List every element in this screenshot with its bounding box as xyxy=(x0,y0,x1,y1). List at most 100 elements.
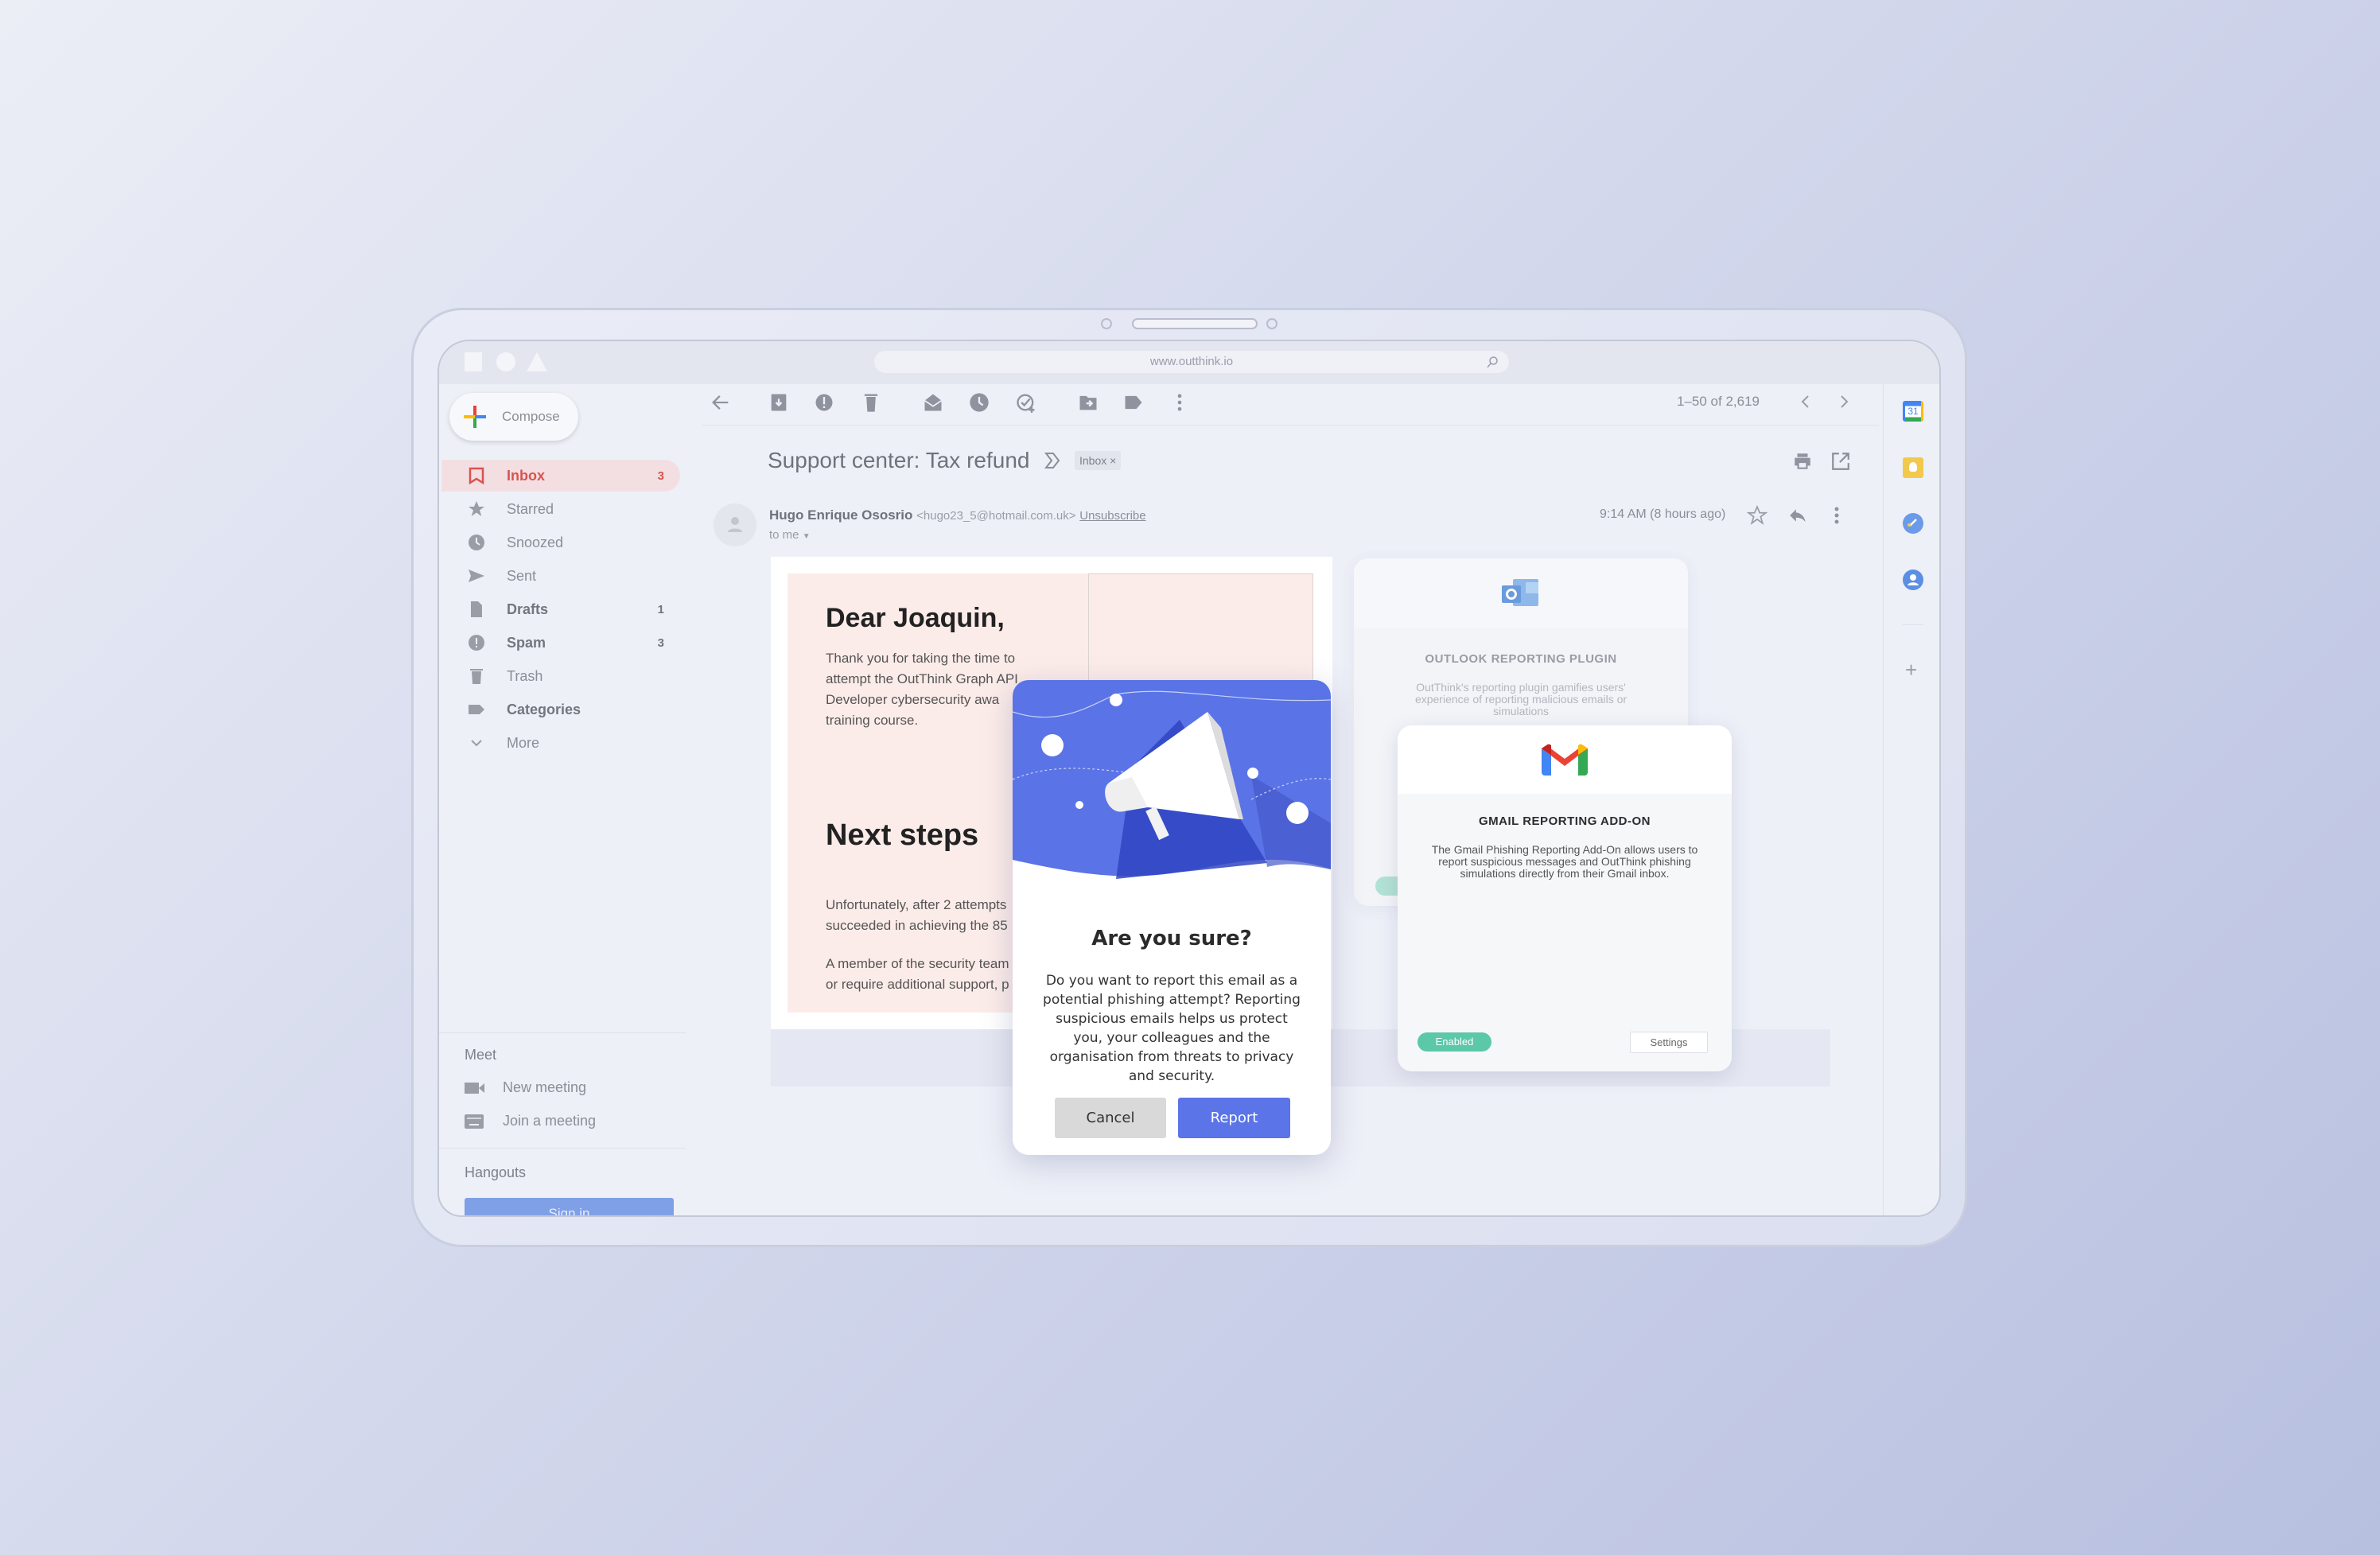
greeting-heading: Dear Joaquin, xyxy=(826,603,1005,633)
dialog-message: Do you want to report this email as a po… xyxy=(1043,973,1301,1084)
meet-heading: Meet xyxy=(465,1047,497,1063)
person-icon xyxy=(728,517,742,532)
text-line: Thank you for taking the time to xyxy=(826,651,1016,666)
add-app-icon[interactable]: + xyxy=(1905,659,1917,680)
back-arrow-icon[interactable] xyxy=(710,391,732,414)
sidebar-item-label: Drafts xyxy=(507,601,549,617)
sidebar-item-label: More xyxy=(507,734,540,751)
tasks-app-icon[interactable] xyxy=(1903,513,1923,534)
more-vertical-icon[interactable] xyxy=(1169,391,1191,414)
outlook-logo-icon xyxy=(1502,579,1538,606)
text-line: or require additional support, p xyxy=(826,977,1009,992)
sidebar-item-label: Inbox xyxy=(507,467,545,484)
text-line: Developer cybersecurity awa xyxy=(826,692,1000,707)
cancel-button[interactable]: Cancel xyxy=(1055,1098,1166,1138)
calendar-app-icon[interactable]: 31 xyxy=(1903,401,1923,422)
label-icon[interactable] xyxy=(1122,391,1145,414)
card-description: OutThink's reporting plugin gamifies use… xyxy=(1414,682,1628,715)
url-bar[interactable]: www.outthink.io xyxy=(874,351,1509,373)
gmail-addon-card[interactable]: GMAIL REPORTING ADD-ON The Gmail Phishin… xyxy=(1398,725,1732,1071)
rail-divider xyxy=(1883,384,1884,1215)
trash-icon xyxy=(465,665,488,687)
report-spam-icon[interactable] xyxy=(813,391,835,414)
sidebar-item-label: Sent xyxy=(507,567,537,584)
image-placeholder xyxy=(1088,573,1313,685)
star-icon[interactable] xyxy=(1747,505,1768,526)
enabled-status-badge: Enabled xyxy=(1418,1032,1491,1052)
move-to-icon[interactable] xyxy=(1077,391,1099,414)
sidebar-item-label: Snoozed xyxy=(507,534,564,550)
sidebar-item-inbox[interactable]: Inbox 3 xyxy=(441,460,680,492)
unsubscribe-link[interactable]: Unsubscribe xyxy=(1079,509,1145,523)
chevron-down-icon xyxy=(465,732,488,754)
chevron-left-icon[interactable] xyxy=(1798,394,1814,410)
label-text: Inbox xyxy=(1079,454,1107,467)
card-description: The Gmail Phishing Reporting Add-On allo… xyxy=(1431,843,1698,880)
chevron-right-icon[interactable] xyxy=(1836,394,1852,410)
mark-unread-icon[interactable] xyxy=(922,391,944,414)
intro-paragraph: Thank you for taking the time to attempt… xyxy=(826,648,1018,731)
sidebar-item-label: Spam xyxy=(507,634,546,651)
email-time: 9:14 AM (8 hours ago) xyxy=(1600,507,1726,521)
compose-label: Compose xyxy=(502,409,560,424)
text-line: attempt the OutThink Graph API xyxy=(826,671,1018,686)
join-meeting-item[interactable]: Join a meeting xyxy=(465,1113,596,1129)
sidebar-item-count: 1 xyxy=(657,602,664,616)
text-line: succeeded in achieving the 85 xyxy=(826,918,1008,933)
contacts-app-icon[interactable] xyxy=(1903,570,1923,590)
snooze-icon[interactable] xyxy=(968,391,990,414)
report-button[interactable]: Report xyxy=(1178,1098,1290,1138)
pagination-text: 1–50 of 2,619 xyxy=(1677,394,1760,409)
sidebar-item-more[interactable]: More xyxy=(441,727,680,759)
label-icon xyxy=(465,698,488,721)
sidebar-item-trash[interactable]: Trash xyxy=(441,660,680,692)
important-marker-icon[interactable] xyxy=(1044,451,1061,470)
remove-label-icon[interactable]: × xyxy=(1110,454,1116,467)
add-task-icon[interactable] xyxy=(1015,391,1037,414)
report-confirm-dialog: Are you sure? Do you want to report this… xyxy=(1013,680,1331,1155)
gmail-logo-icon xyxy=(1542,744,1588,776)
print-icon[interactable] xyxy=(1792,451,1813,472)
sign-in-button[interactable]: Sign in xyxy=(465,1198,674,1215)
sender-email: <hugo23_5@hotmail.com.uk> xyxy=(916,509,1076,523)
delete-icon[interactable] xyxy=(860,391,882,414)
search-icon[interactable] xyxy=(1485,355,1499,369)
dialog-title: Are you sure? xyxy=(1091,927,1252,950)
text-line: A member of the security team xyxy=(826,956,1009,971)
next-steps-heading: Next steps xyxy=(826,818,979,852)
circle-shape-icon xyxy=(496,352,515,371)
sidebar-item-drafts[interactable]: Drafts 1 xyxy=(441,593,680,625)
card-title: OUTLOOK REPORTING PLUGIN xyxy=(1425,652,1617,666)
sidebar-item-categories[interactable]: Categories xyxy=(441,694,680,725)
divider xyxy=(702,425,1879,426)
hangouts-heading: Hangouts xyxy=(465,1164,527,1180)
compose-button[interactable]: Compose xyxy=(449,393,578,441)
triangle-shape-icon xyxy=(527,352,547,371)
draft-icon xyxy=(465,598,488,620)
sidebar-item-spam[interactable]: Spam 3 xyxy=(441,627,680,659)
plus-icon xyxy=(464,406,486,428)
reply-icon[interactable] xyxy=(1787,505,1808,526)
inbox-label-chip[interactable]: Inbox × xyxy=(1075,451,1122,470)
divider xyxy=(439,1148,686,1149)
browser-bar: www.outthink.io xyxy=(439,341,1939,384)
keep-app-icon[interactable] xyxy=(1903,457,1923,478)
email-subject: Support center: Tax refund xyxy=(768,448,1030,472)
sender-name: Hugo Enrique Ososrio xyxy=(769,507,913,523)
video-camera-icon xyxy=(465,1082,484,1094)
sidebar-item-sent[interactable]: Sent xyxy=(441,560,680,592)
megaphone-illustration xyxy=(1013,680,1331,879)
sidebar-item-starred[interactable]: Starred xyxy=(441,493,680,525)
open-in-new-window-icon[interactable] xyxy=(1830,451,1851,472)
speaker-slot xyxy=(1132,318,1258,329)
more-vertical-icon[interactable] xyxy=(1831,505,1842,526)
send-icon xyxy=(465,565,488,587)
new-meeting-item[interactable]: New meeting xyxy=(465,1079,586,1096)
sidebar-item-snoozed[interactable]: Snoozed xyxy=(441,527,680,558)
sender-line: Hugo Enrique Ososrio <hugo23_5@hotmail.c… xyxy=(769,507,1146,523)
text-line: training course. xyxy=(826,713,919,728)
sidebar-item-count: 3 xyxy=(657,468,664,483)
settings-button[interactable]: Settings xyxy=(1630,1032,1708,1053)
archive-icon[interactable] xyxy=(768,391,790,414)
recipient-toggle[interactable]: to me ▼ xyxy=(769,528,811,542)
